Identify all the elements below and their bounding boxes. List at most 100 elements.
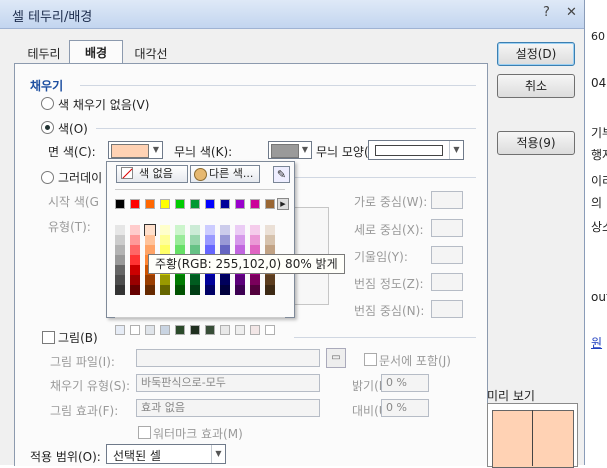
color-swatch[interactable]: [130, 265, 140, 275]
color-swatch[interactable]: [130, 245, 140, 255]
color-swatch[interactable]: [130, 199, 140, 209]
color-swatch[interactable]: [250, 199, 260, 209]
tilt-input[interactable]: [431, 246, 463, 264]
blur-center-input[interactable]: [431, 300, 463, 318]
recent-color-swatch[interactable]: [175, 325, 185, 335]
color-swatch[interactable]: [250, 275, 260, 285]
color-radio[interactable]: [41, 121, 54, 134]
color-swatch[interactable]: [115, 275, 125, 285]
color-swatch[interactable]: [115, 285, 125, 295]
color-swatch[interactable]: [220, 235, 230, 245]
color-swatch[interactable]: [115, 199, 125, 209]
color-swatch[interactable]: [160, 275, 170, 285]
tab-border[interactable]: 테두리: [22, 42, 66, 64]
color-swatch[interactable]: [130, 235, 140, 245]
no-fill-radio[interactable]: [41, 97, 54, 110]
color-swatch[interactable]: [235, 235, 245, 245]
contrast-input[interactable]: 0 %: [381, 399, 429, 417]
color-swatch[interactable]: [235, 225, 245, 235]
color-swatch[interactable]: [190, 275, 200, 285]
selected-color-swatch[interactable]: [144, 224, 156, 236]
color-swatch[interactable]: [145, 285, 155, 295]
color-swatch[interactable]: [220, 285, 230, 295]
color-swatch[interactable]: [115, 245, 125, 255]
scope-combo[interactable]: 선택된 셀 ▼: [106, 444, 226, 464]
color-swatch[interactable]: [160, 235, 170, 245]
no-color-button[interactable]: 색 없음: [116, 165, 188, 183]
color-swatch[interactable]: [205, 285, 215, 295]
recent-color-swatch[interactable]: [145, 325, 155, 335]
color-swatch[interactable]: [160, 285, 170, 295]
ok-button[interactable]: 설정(D): [497, 42, 575, 66]
color-swatch[interactable]: [190, 225, 200, 235]
color-swatch[interactable]: [175, 275, 185, 285]
color-swatch[interactable]: [130, 255, 140, 265]
color-swatch[interactable]: [160, 225, 170, 235]
apply-button[interactable]: 적용(9): [497, 131, 575, 155]
color-swatch[interactable]: [205, 235, 215, 245]
help-button[interactable]: ?: [543, 5, 550, 20]
pattern-color-combo[interactable]: ▼: [268, 141, 312, 159]
recent-color-swatch[interactable]: [250, 325, 260, 335]
color-swatch[interactable]: [130, 285, 140, 295]
color-swatch[interactable]: [235, 199, 245, 209]
watermark-checkbox[interactable]: [138, 426, 151, 439]
blur-input[interactable]: [431, 273, 463, 291]
color-swatch[interactable]: [145, 199, 155, 209]
fill-type-combo[interactable]: 바둑판식으로-모두: [136, 374, 320, 392]
palette-next-icon[interactable]: ▶: [277, 198, 289, 210]
color-swatch[interactable]: [115, 225, 125, 235]
bg-link[interactable]: 원: [591, 334, 602, 351]
color-swatch[interactable]: [235, 275, 245, 285]
pattern-shape-combo[interactable]: ▼: [368, 140, 464, 160]
color-swatch[interactable]: [175, 225, 185, 235]
color-swatch[interactable]: [205, 199, 215, 209]
tab-background[interactable]: 배경: [69, 40, 123, 64]
color-swatch[interactable]: [235, 285, 245, 295]
color-swatch[interactable]: [190, 199, 200, 209]
color-swatch[interactable]: [115, 235, 125, 245]
gradient-radio[interactable]: [41, 171, 54, 184]
picture-checkbox[interactable]: [42, 331, 55, 344]
v-center-input[interactable]: [431, 219, 463, 237]
eyedropper-icon[interactable]: ✎: [273, 166, 290, 183]
color-swatch[interactable]: [175, 285, 185, 295]
recent-color-swatch[interactable]: [265, 325, 275, 335]
color-swatch[interactable]: [145, 275, 155, 285]
tab-diagonal[interactable]: 대각선: [126, 42, 176, 64]
color-swatch[interactable]: [115, 265, 125, 275]
color-swatch[interactable]: [175, 199, 185, 209]
color-swatch[interactable]: [190, 285, 200, 295]
recent-color-swatch[interactable]: [130, 325, 140, 335]
color-swatch[interactable]: [130, 225, 140, 235]
color-swatch[interactable]: [265, 225, 275, 235]
recent-color-swatch[interactable]: [115, 325, 125, 335]
cancel-button[interactable]: 취소: [497, 74, 575, 98]
recent-color-swatch[interactable]: [220, 325, 230, 335]
color-swatch[interactable]: [130, 275, 140, 285]
color-swatch[interactable]: [265, 199, 275, 209]
color-swatch[interactable]: [190, 235, 200, 245]
color-swatch[interactable]: [175, 235, 185, 245]
other-color-button[interactable]: 다른 색...: [190, 165, 260, 183]
color-swatch[interactable]: [220, 199, 230, 209]
close-button[interactable]: ✕: [566, 5, 577, 20]
picture-file-input[interactable]: [136, 349, 320, 367]
color-swatch[interactable]: [205, 275, 215, 285]
recent-color-swatch[interactable]: [160, 325, 170, 335]
recent-color-swatch[interactable]: [190, 325, 200, 335]
color-swatch[interactable]: [220, 225, 230, 235]
brightness-input[interactable]: 0 %: [381, 374, 429, 392]
color-swatch[interactable]: [115, 255, 125, 265]
h-center-input[interactable]: [431, 191, 463, 209]
folder-icon[interactable]: ▭: [326, 348, 346, 368]
face-color-combo[interactable]: ▼: [108, 141, 163, 159]
color-swatch[interactable]: [250, 225, 260, 235]
color-swatch[interactable]: [265, 285, 275, 295]
color-swatch[interactable]: [250, 235, 260, 245]
recent-color-swatch[interactable]: [205, 325, 215, 335]
color-swatch[interactable]: [265, 275, 275, 285]
include-doc-checkbox[interactable]: [364, 353, 377, 366]
color-swatch[interactable]: [145, 235, 155, 245]
color-swatch[interactable]: [160, 199, 170, 209]
